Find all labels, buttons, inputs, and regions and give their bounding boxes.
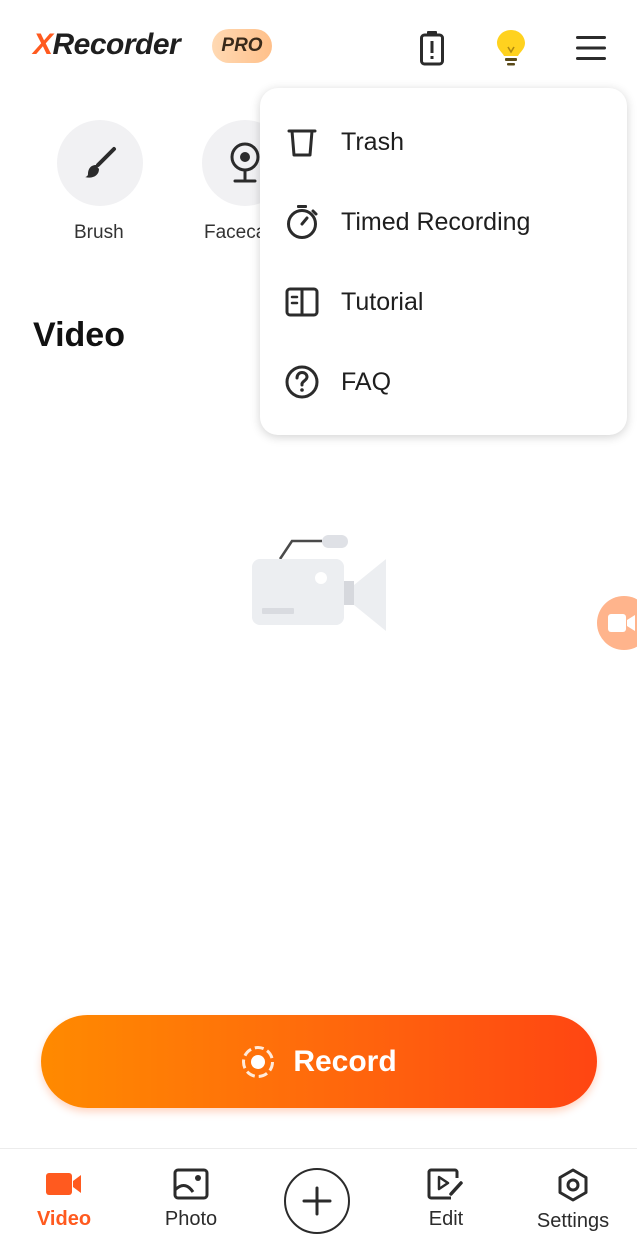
record-button[interactable]: Record	[41, 1015, 597, 1108]
section-title: Video	[33, 316, 125, 354]
menu-item-label: Tutorial	[341, 287, 424, 316]
video-icon	[46, 1173, 81, 1195]
tutorial-icon	[282, 282, 322, 322]
nav-settings[interactable]: Settings	[518, 1168, 628, 1233]
menu-item-tutorial[interactable]: Tutorial	[260, 262, 627, 342]
menu-item-trash[interactable]: Trash	[260, 102, 627, 182]
lightbulb-icon[interactable]	[491, 28, 531, 68]
hamburger-menu-icon[interactable]	[571, 28, 611, 68]
nav-video[interactable]: Video	[9, 1168, 119, 1231]
nav-edit-label: Edit	[428, 1208, 464, 1230]
trash-icon	[282, 122, 322, 162]
nav-video-label: Video	[36, 1208, 92, 1230]
edit-video-icon	[427, 1168, 463, 1200]
overflow-menu: Trash Timed Recording Tutorial FAQ	[260, 88, 627, 435]
nav-photo-label: Photo	[164, 1208, 218, 1230]
record-button-label: Record	[293, 1044, 397, 1078]
battery-alert-icon[interactable]	[412, 28, 452, 68]
pro-badge[interactable]: PRO	[212, 29, 272, 63]
photo-icon	[173, 1168, 209, 1200]
app-logo: XRecorder	[33, 28, 181, 61]
record-icon	[242, 1045, 275, 1078]
video-icon	[608, 614, 635, 632]
nav-photo[interactable]: Photo	[136, 1168, 246, 1231]
plus-icon	[302, 1186, 332, 1216]
timer-icon	[282, 202, 322, 242]
brush-icon	[57, 120, 143, 206]
menu-item-faq[interactable]: FAQ	[260, 342, 627, 422]
menu-item-label: Timed Recording	[341, 207, 531, 236]
add-button[interactable]	[284, 1168, 350, 1234]
floating-record-bubble[interactable]	[597, 596, 637, 650]
tool-brush-label: Brush	[74, 222, 124, 243]
menu-item-label: FAQ	[341, 367, 392, 396]
nav-settings-label: Settings	[536, 1210, 610, 1232]
help-icon	[282, 362, 322, 402]
gear-icon	[558, 1168, 588, 1202]
menu-item-timed-recording[interactable]: Timed Recording	[260, 182, 627, 262]
menu-item-label: Trash	[341, 127, 404, 156]
tool-brush[interactable]	[57, 120, 143, 206]
nav-edit[interactable]: Edit	[391, 1168, 501, 1231]
video-camera-icon	[250, 533, 390, 633]
